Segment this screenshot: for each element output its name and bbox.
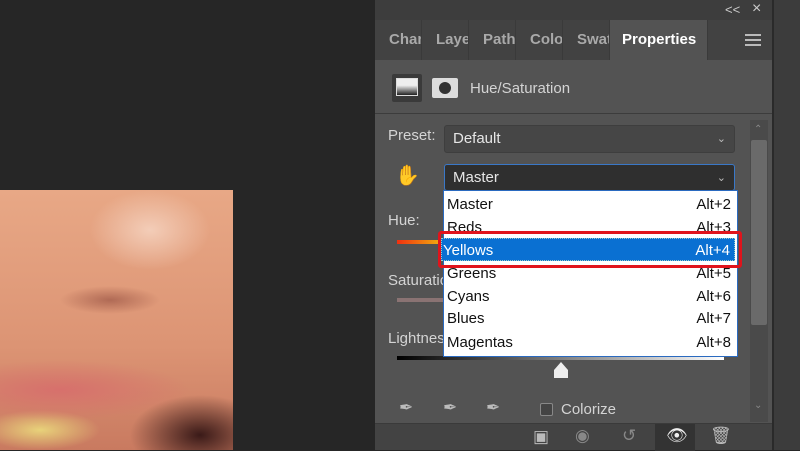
channel-dropdown-list: Master Alt+2 Reds Alt+3 Yellows Alt+4 Green…: [441, 190, 738, 357]
tab-channels[interactable]: Chan: [375, 20, 422, 60]
tab-color[interactable]: Colo: [516, 20, 563, 60]
eyedropper-icon[interactable]: ✒: [399, 398, 413, 418]
chevron-down-icon: ⌄: [716, 172, 726, 184]
reset-icon[interactable]: ↺: [622, 426, 636, 446]
channel-value: Master: [453, 169, 499, 186]
tab-swatches[interactable]: Swat: [563, 20, 610, 60]
eye-icon: 👁: [666, 426, 688, 445]
chevron-down-icon: ⌄: [716, 133, 726, 145]
lightness-label: Lightnes: [388, 330, 445, 347]
channel-select[interactable]: Master ⌄: [444, 164, 735, 191]
canvas-photo: [0, 190, 233, 450]
divider: [375, 113, 772, 114]
option-blues[interactable]: Blues Alt+7: [446, 307, 735, 330]
eyedropper-add-icon[interactable]: ✒: [443, 398, 457, 418]
scrollbar-thumb[interactable]: [751, 140, 767, 325]
highlight-annotation-box: [438, 231, 742, 268]
option-magentas[interactable]: Magentas Alt+8: [446, 331, 735, 354]
clip-to-layer-icon[interactable]: ▣: [533, 427, 549, 447]
option-master[interactable]: Master Alt+2: [446, 193, 735, 216]
adjustment-icon[interactable]: [392, 74, 422, 102]
targeted-adjustment-hand-icon[interactable]: ✋: [395, 163, 420, 188]
scroll-down-icon[interactable]: ⌄: [754, 400, 762, 411]
trash-icon[interactable]: 🗑: [710, 426, 732, 446]
scrollbar[interactable]: ⌃ ⌄: [750, 120, 768, 422]
panel-tabs: Chan Laye Path Colo Swat Properties: [375, 20, 772, 60]
lightness-slider-thumb[interactable]: [554, 362, 568, 378]
colorize-label: Colorize: [561, 401, 617, 418]
close-button[interactable]: ×: [752, 0, 761, 18]
right-dock: [772, 0, 800, 450]
preset-value: Default: [453, 130, 501, 147]
view-previous-state-icon[interactable]: ◉: [575, 426, 590, 446]
panel-titlebar: << ×: [375, 0, 772, 20]
hue-label: Hue:: [388, 212, 420, 229]
properties-panel: << × Chan Laye Path Colo Swat Properties…: [375, 0, 772, 451]
bottom-toolbar: ▣ ◉ ↺ 👁 🗑: [375, 423, 772, 451]
scroll-up-icon[interactable]: ⌃: [754, 124, 762, 135]
preset-label: Preset:: [388, 127, 436, 144]
tab-properties[interactable]: Properties: [610, 20, 708, 60]
tab-layers[interactable]: Laye: [422, 20, 469, 60]
tab-paths[interactable]: Path: [469, 20, 516, 60]
mask-icon[interactable]: [432, 78, 458, 98]
eyedropper-subtract-icon[interactable]: ✒: [486, 398, 500, 418]
adjustment-title: Hue/Saturation: [470, 80, 571, 97]
collapse-button[interactable]: <<: [725, 2, 740, 17]
colorize-checkbox[interactable]: [540, 403, 553, 416]
visibility-button[interactable]: 👁: [655, 424, 695, 451]
option-cyans[interactable]: Cyans Alt+6: [446, 285, 735, 308]
saturation-slider-track[interactable]: [397, 298, 447, 302]
panel-menu-icon[interactable]: [745, 34, 761, 46]
preset-select[interactable]: Default ⌄: [444, 125, 735, 153]
